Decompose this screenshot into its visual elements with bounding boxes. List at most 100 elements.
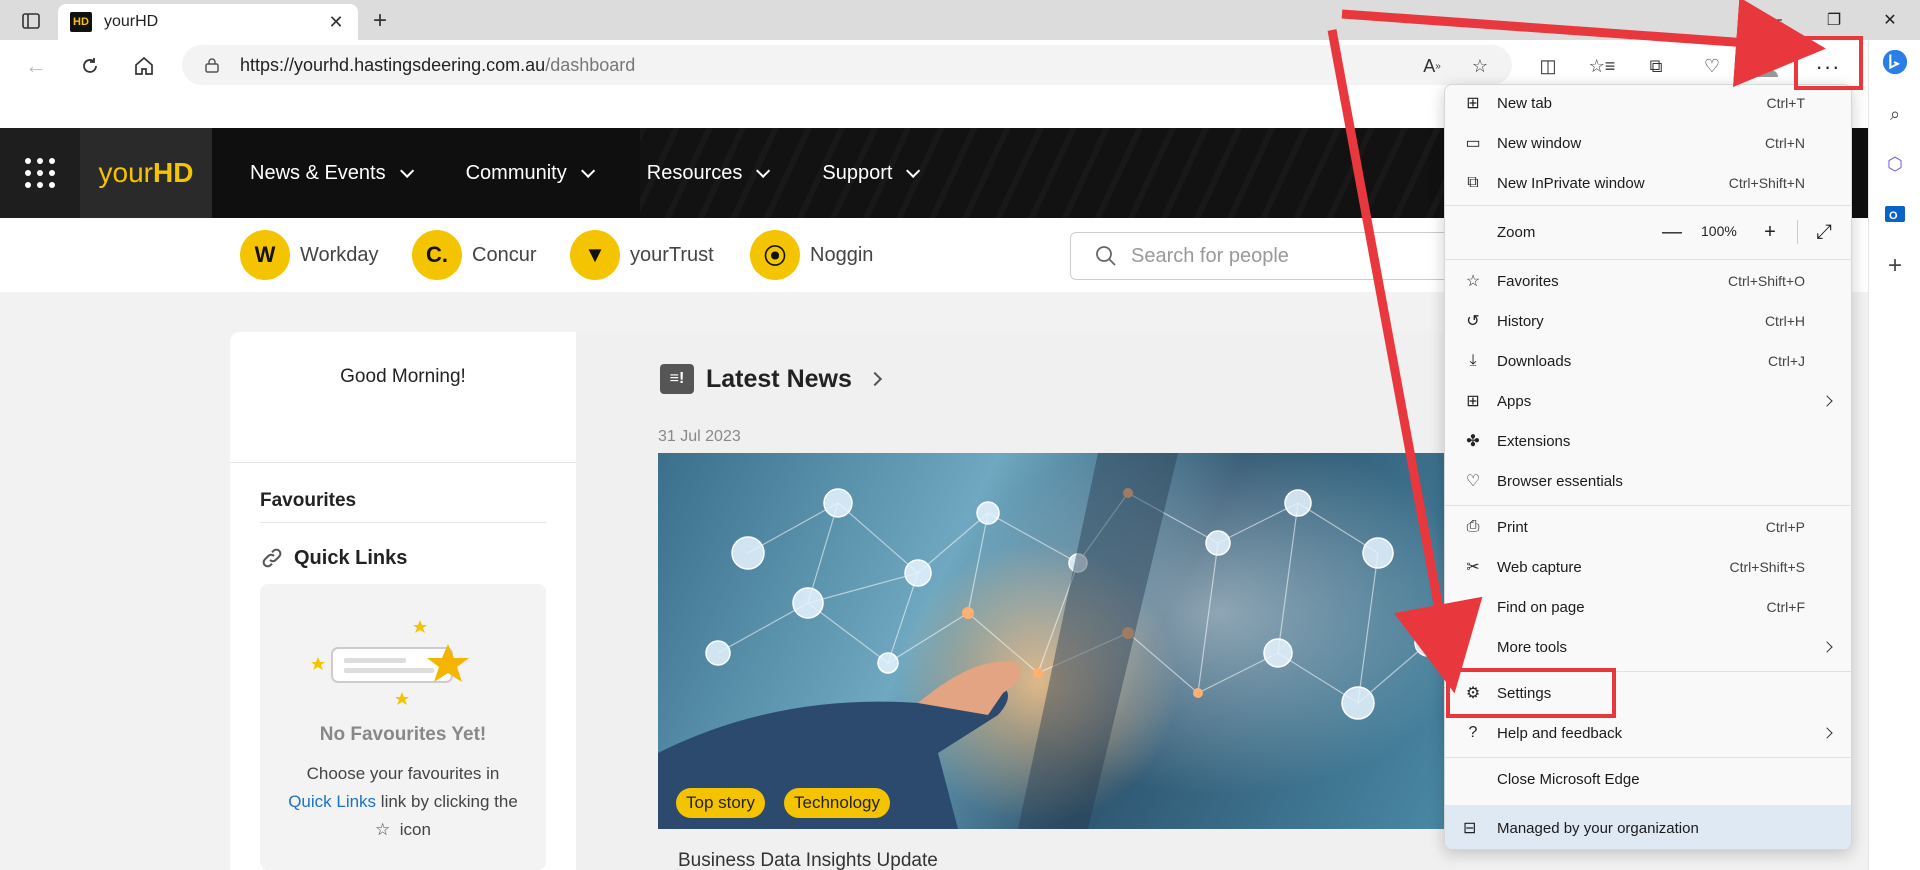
settings-and-more-button[interactable]: ··· — [1808, 48, 1848, 86]
chevron-right-icon — [1821, 727, 1833, 739]
menu-item-find-on-page[interactable]: ⌕ Find on page Ctrl+F — [1445, 589, 1851, 625]
menu-item-settings[interactable]: ⚙ Settings — [1445, 675, 1851, 711]
extensions-icon: ✤ — [1466, 433, 1480, 450]
browser-essentials-icon[interactable]: ♡ — [1696, 50, 1728, 82]
apps-icon: ⊞ — [1466, 393, 1480, 410]
menu-item-print[interactable]: ⎙ Print Ctrl+P — [1445, 509, 1851, 545]
tag-technology[interactable]: Technology — [784, 788, 891, 818]
chevron-right-icon — [1821, 641, 1833, 653]
menu-item-browser-essentials[interactable]: ♡ Browser essentials — [1445, 463, 1851, 499]
greeting-text: Good Morning! — [340, 366, 466, 387]
nav-community[interactable]: Community — [466, 162, 595, 185]
news-hero-image[interactable]: Top story Technology — [658, 453, 1458, 829]
office-icon[interactable]: ⬡ — [1881, 150, 1909, 178]
workday-icon: W — [240, 230, 290, 280]
menu-item-close-edge[interactable]: Close Microsoft Edge — [1445, 761, 1851, 797]
apps-grid-icon[interactable] — [0, 128, 80, 218]
chevron-right-icon — [867, 371, 882, 387]
divider — [230, 462, 576, 463]
favourites-empty-state: No Favourites Yet! Choose your favourite… — [260, 584, 546, 870]
profile-avatar-icon[interactable] — [1752, 50, 1784, 82]
link-icon — [262, 548, 282, 568]
menu-item-web-capture[interactable]: ✂ Web capture Ctrl+Shift+S — [1445, 549, 1851, 585]
chevron-down-icon — [399, 163, 414, 178]
edge-settings-menu: ⊞ New tab Ctrl+T ▭ New window Ctrl+N ⧉ New… — [1444, 84, 1852, 850]
menu-item-zoom: Zoom — 100% + ⤢ — [1445, 214, 1851, 250]
edge-sidebar: ⌕ ⬡ O + — [1868, 40, 1920, 870]
web-capture-icon: ✂ — [1466, 559, 1480, 576]
zoom-in-button[interactable]: + — [1755, 214, 1785, 250]
chevron-right-icon — [1821, 395, 1833, 407]
back-button[interactable]: ← — [18, 48, 54, 84]
close-tab-icon[interactable]: ✕ — [326, 12, 346, 32]
home-button[interactable] — [126, 48, 162, 84]
divider — [260, 522, 546, 523]
nav-support[interactable]: Support — [822, 162, 921, 185]
main-nav: News & Events Community Resources Suppor… — [250, 128, 972, 218]
menu-item-inprivate[interactable]: ⧉ New InPrivate window Ctrl+Shift+N — [1445, 165, 1851, 201]
url-text[interactable]: https://yourhd.hastingsdeering.com.au/da… — [240, 55, 635, 76]
yourtrust-icon: ▼ — [570, 230, 620, 280]
menu-item-history[interactable]: ↺ History Ctrl+H — [1445, 303, 1851, 339]
star-outline-icon: ☆ — [375, 820, 391, 839]
quick-app-concur[interactable]: C. Concur — [412, 230, 536, 280]
favourites-illustration-icon — [311, 620, 469, 705]
menu-item-new-window[interactable]: ▭ New window Ctrl+N — [1445, 125, 1851, 161]
search-icon — [1096, 246, 1116, 266]
help-icon: ? — [1468, 724, 1478, 741]
quick-app-noggin[interactable]: ⦿ Noggin — [750, 230, 873, 280]
favorites-icon: ☆ — [1465, 273, 1481, 290]
bing-copilot-icon[interactable] — [1881, 48, 1909, 76]
menu-separator — [1445, 205, 1851, 206]
nav-resources[interactable]: Resources — [647, 162, 771, 185]
menu-item-apps[interactable]: ⊞ Apps — [1445, 383, 1851, 419]
fullscreen-icon[interactable]: ⤢ — [1809, 214, 1839, 250]
left-panel: Good Morning! Favourites Quick Links No … — [230, 332, 576, 870]
menu-separator — [1445, 757, 1851, 758]
restore-button[interactable]: ❐ — [1816, 6, 1852, 34]
new-tab-button[interactable]: + — [366, 7, 394, 35]
search-icon[interactable]: ⌕ — [1881, 100, 1909, 128]
menu-item-managed-by-org[interactable]: ⊟ Managed by your organization — [1445, 805, 1851, 849]
menu-item-extensions[interactable]: ✤ Extensions — [1445, 423, 1851, 459]
people-search-input[interactable] — [1131, 244, 1431, 268]
tag-top-story[interactable]: Top story — [676, 788, 765, 818]
menu-item-favorites[interactable]: ☆ Favorites Ctrl+Shift+O — [1445, 263, 1851, 299]
find-icon: ⌕ — [1468, 598, 1478, 615]
empty-favourites-title: No Favourites Yet! — [319, 724, 487, 745]
quick-links-heading[interactable]: Quick Links — [260, 546, 407, 570]
quick-links-link[interactable]: Quick Links — [288, 792, 376, 811]
menu-item-downloads[interactable]: ⤓ Downloads Ctrl+J — [1445, 343, 1851, 379]
latest-news-heading[interactable]: ≡! Latest News — [660, 364, 882, 394]
chevron-down-icon — [756, 163, 771, 178]
briefcase-icon: ⊟ — [1463, 820, 1477, 837]
minimize-button[interactable]: — — [1756, 6, 1792, 34]
nav-news-events[interactable]: News & Events — [250, 162, 414, 185]
favorites-icon[interactable]: ☆≡ — [1586, 50, 1618, 82]
menu-separator — [1445, 259, 1851, 260]
close-window-button[interactable]: ✕ — [1872, 6, 1908, 34]
menu-separator — [1445, 505, 1851, 506]
menu-item-new-tab[interactable]: ⊞ New tab Ctrl+T — [1445, 85, 1851, 121]
outlook-icon[interactable]: O — [1881, 200, 1909, 228]
quick-app-yourtrust[interactable]: ▼ yourTrust — [570, 230, 714, 280]
quick-app-workday[interactable]: W Workday — [240, 230, 379, 280]
concur-icon: C. — [412, 230, 462, 280]
download-icon: ⤓ — [1469, 352, 1477, 369]
menu-item-more-tools[interactable]: More tools — [1445, 629, 1851, 665]
tab-actions-icon[interactable] — [14, 9, 48, 33]
add-sidebar-app-icon[interactable]: + — [1881, 252, 1909, 280]
collections-icon[interactable]: ⧉ — [1640, 50, 1672, 82]
refresh-button[interactable] — [72, 48, 108, 84]
article-title[interactable]: Business Data Insights Update — [678, 850, 938, 870]
split-screen-icon[interactable]: ◫ — [1532, 50, 1564, 82]
heart-pulse-icon: ♡ — [1465, 473, 1481, 490]
address-bar[interactable]: https://yourhd.hastingsdeering.com.au/da… — [182, 45, 1512, 85]
site-logo[interactable]: your HD — [80, 128, 212, 218]
menu-item-help-feedback[interactable]: ? Help and feedback — [1445, 715, 1851, 751]
zoom-out-button[interactable]: — — [1657, 214, 1687, 250]
news-icon: ≡! — [660, 364, 694, 394]
active-tab[interactable]: HD yourHD ✕ — [58, 4, 358, 40]
star-icon[interactable]: ☆ — [1466, 52, 1494, 80]
read-aloud-icon[interactable]: A» — [1418, 52, 1446, 80]
